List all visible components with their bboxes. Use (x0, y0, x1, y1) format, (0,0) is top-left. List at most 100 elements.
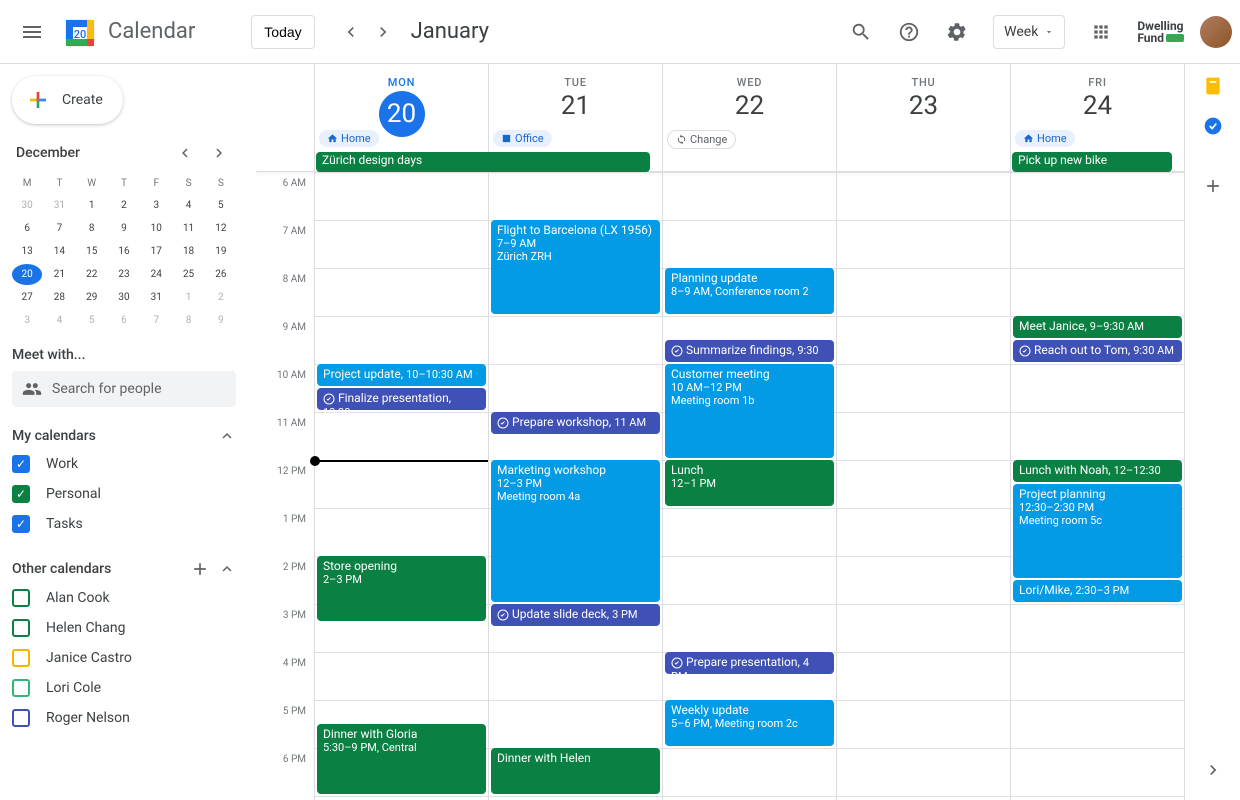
location-chip[interactable]: Office (493, 130, 552, 147)
main-menu-button[interactable] (8, 8, 56, 56)
calendar-event[interactable]: Update slide deck, 3 PM (491, 604, 660, 626)
create-button[interactable]: Create (12, 76, 123, 124)
calendar-item[interactable]: Alan Cook (12, 583, 236, 613)
mini-day-cell[interactable]: 24 (141, 264, 171, 285)
calendar-event[interactable]: Lunch with Noah, 12–12:30 (1013, 460, 1182, 482)
tasks-icon[interactable] (1203, 116, 1223, 136)
calendar-event[interactable]: Meet Janice, 9–9:30 AM (1013, 316, 1182, 338)
calendar-item[interactable]: Personal (12, 479, 236, 509)
calendar-event[interactable]: Dinner with Gloria5:30–9 PM, Central (317, 724, 486, 794)
mini-day-cell[interactable]: 8 (77, 218, 107, 239)
user-avatar[interactable] (1200, 16, 1232, 48)
calendar-item[interactable]: Work (12, 449, 236, 479)
mini-day-cell[interactable]: 1 (173, 287, 203, 308)
location-chip[interactable]: Home (1015, 130, 1075, 147)
mini-day-cell[interactable]: 3 (141, 195, 171, 216)
calendar-checkbox[interactable] (12, 485, 30, 503)
collapse-panel-button[interactable] (1203, 760, 1223, 780)
mini-day-cell[interactable]: 27 (12, 287, 42, 308)
mini-day-cell[interactable]: 3 (12, 310, 42, 331)
mini-day-cell[interactable]: 9 (109, 218, 139, 239)
mini-day-cell[interactable]: 1 (77, 195, 107, 216)
calendar-event[interactable]: Reach out to Tom, 9:30 AM (1013, 340, 1182, 362)
mini-day-cell[interactable]: 22 (77, 264, 107, 285)
mini-day-cell[interactable]: 5 (77, 310, 107, 331)
mini-prev-button[interactable] (172, 140, 198, 166)
day-header[interactable]: WED22Change (662, 64, 836, 171)
mini-day-cell[interactable]: 2 (109, 195, 139, 216)
calendar-item[interactable]: Lori Cole (12, 673, 236, 703)
mini-day-cell[interactable]: 4 (173, 195, 203, 216)
calendar-item[interactable]: Helen Chang (12, 613, 236, 643)
mini-day-cell[interactable]: 21 (44, 264, 74, 285)
mini-day-cell[interactable]: 19 (206, 241, 236, 262)
search-people-input[interactable]: Search for people (12, 371, 236, 407)
calendar-event[interactable]: Flight to Barcelona (LX 1956)7–9 AMZüric… (491, 220, 660, 314)
keep-icon[interactable] (1203, 76, 1223, 96)
mini-day-cell[interactable]: 12 (206, 218, 236, 239)
calendar-event[interactable]: Customer meeting10 AM–12 PMMeeting room … (665, 364, 834, 458)
mini-day-cell[interactable]: 30 (109, 287, 139, 308)
calendar-event[interactable]: Dinner with Helen (491, 748, 660, 794)
prev-period-button[interactable] (335, 16, 367, 48)
calendar-checkbox[interactable] (12, 709, 30, 727)
calendar-checkbox[interactable] (12, 455, 30, 473)
calendar-event[interactable]: Project update, 10–10:30 AM (317, 364, 486, 386)
mini-day-cell[interactable]: 26 (206, 264, 236, 285)
mini-day-cell[interactable]: 4 (44, 310, 74, 331)
mini-day-cell[interactable]: 6 (109, 310, 139, 331)
mini-day-cell[interactable]: 30 (12, 195, 42, 216)
mini-day-cell[interactable]: 13 (12, 241, 42, 262)
mini-day-cell[interactable]: 7 (141, 310, 171, 331)
day-header[interactable]: THU23 (836, 64, 1010, 171)
add-addon-icon[interactable] (1203, 176, 1223, 196)
day-column[interactable]: Planning update8–9 AM, Conference room 2… (662, 172, 836, 800)
calendar-event[interactable]: Prepare workshop, 11 AM (491, 412, 660, 434)
calendar-item[interactable]: Tasks (12, 509, 236, 539)
mini-day-cell[interactable]: 9 (206, 310, 236, 331)
calendar-event[interactable]: Store opening2–3 PM (317, 556, 486, 621)
calendar-item[interactable]: Roger Nelson (12, 703, 236, 733)
mini-day-cell[interactable]: 5 (206, 195, 236, 216)
mini-day-cell[interactable]: 7 (44, 218, 74, 239)
mini-day-cell[interactable]: 16 (109, 241, 139, 262)
day-column[interactable]: Flight to Barcelona (LX 1956)7–9 AMZüric… (488, 172, 662, 800)
calendar-event[interactable]: Project planning12:30–2:30 PMMeeting roo… (1013, 484, 1182, 578)
day-column[interactable]: Meet Janice, 9–9:30 AMReach out to Tom, … (1010, 172, 1184, 800)
mini-day-cell[interactable]: 23 (109, 264, 139, 285)
mini-day-cell[interactable]: 11 (173, 218, 203, 239)
calendar-checkbox[interactable] (12, 679, 30, 697)
mini-next-button[interactable] (206, 140, 232, 166)
mini-day-cell[interactable]: 14 (44, 241, 74, 262)
calendar-event[interactable]: Lunch12–1 PM (665, 460, 834, 506)
mini-day-cell[interactable]: 6 (12, 218, 42, 239)
apps-button[interactable] (1081, 12, 1121, 52)
search-button[interactable] (841, 12, 881, 52)
help-button[interactable] (889, 12, 929, 52)
settings-button[interactable] (937, 12, 977, 52)
mini-day-cell[interactable]: 8 (173, 310, 203, 331)
mini-day-cell[interactable]: 25 (173, 264, 203, 285)
day-column[interactable]: Project update, 10–10:30 AMFinalize pres… (314, 172, 488, 800)
mini-day-cell[interactable]: 20 (12, 264, 42, 285)
mini-day-cell[interactable]: 29 (77, 287, 107, 308)
mini-day-cell[interactable]: 15 (77, 241, 107, 262)
next-period-button[interactable] (367, 16, 399, 48)
mini-day-cell[interactable]: 31 (44, 195, 74, 216)
calendar-checkbox[interactable] (12, 515, 30, 533)
mini-day-cell[interactable]: 17 (141, 241, 171, 262)
allday-event[interactable]: Pick up new bike (1012, 152, 1172, 172)
mini-day-cell[interactable]: 31 (141, 287, 171, 308)
mini-day-cell[interactable]: 18 (173, 241, 203, 262)
calendar-checkbox[interactable] (12, 649, 30, 667)
mini-day-cell[interactable]: 10 (141, 218, 171, 239)
location-chip[interactable]: Change (667, 130, 736, 149)
calendar-event[interactable]: Summarize findings, 9:30 (665, 340, 834, 362)
mini-day-cell[interactable]: 28 (44, 287, 74, 308)
calendar-checkbox[interactable] (12, 589, 30, 607)
calendar-item[interactable]: Janice Castro (12, 643, 236, 673)
my-calendars-header[interactable]: My calendars (12, 423, 236, 449)
calendar-event[interactable]: Lori/Mike, 2:30–3 PM (1013, 580, 1182, 602)
other-calendars-header[interactable]: Other calendars (12, 555, 236, 583)
calendar-checkbox[interactable] (12, 619, 30, 637)
